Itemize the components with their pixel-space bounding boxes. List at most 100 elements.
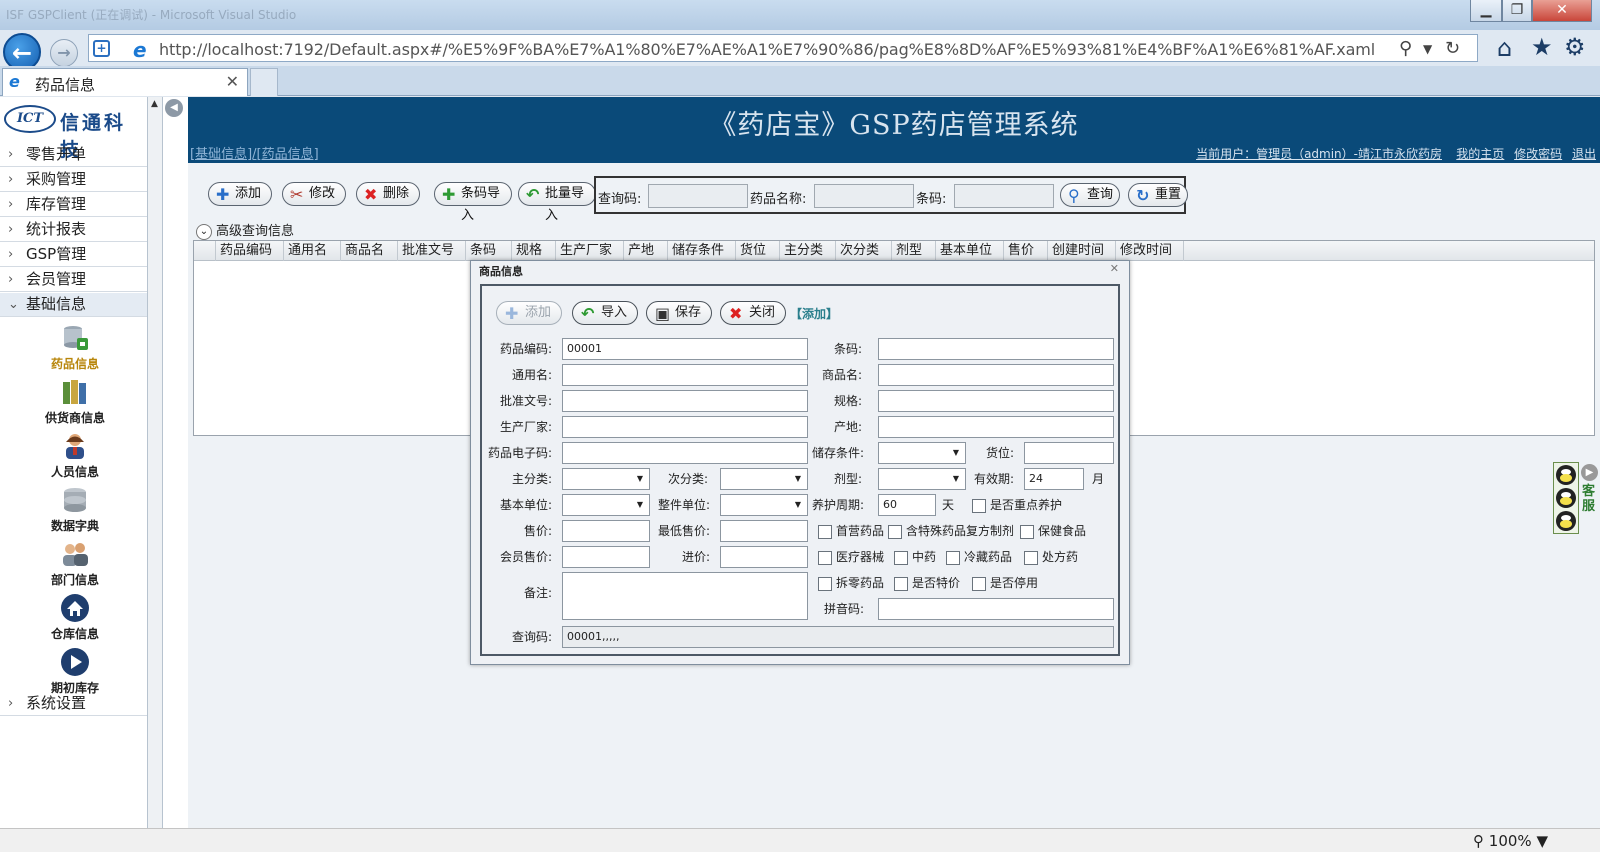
sidebar-item-members[interactable]: › 会员管理: [0, 268, 147, 292]
col-main-category[interactable]: 主分类: [780, 241, 836, 261]
chinese-medicine-checkbox[interactable]: 中药: [894, 548, 936, 566]
close-tab-icon[interactable]: ✕: [226, 72, 239, 91]
origin-input[interactable]: [878, 416, 1114, 438]
first-drug-checkbox[interactable]: 首营药品: [818, 522, 884, 540]
cold-storage-checkbox[interactable]: 冷藏药品: [946, 548, 1012, 566]
current-user[interactable]: 当前用户：管理员（admin）-靖江市永欣药房: [1196, 145, 1442, 162]
dialog-save-button[interactable]: ▣ 保存: [646, 301, 712, 325]
url-field[interactable]: + e http://localhost:7192/Default.aspx#/…: [88, 34, 1478, 62]
sidebar-item-basic-info[interactable]: ⌄ 基础信息: [0, 293, 147, 317]
dropdown-icon[interactable]: ▼: [1423, 42, 1432, 56]
cs-toggle-icon[interactable]: ▶: [1581, 464, 1598, 481]
validity-input[interactable]: 24: [1024, 468, 1084, 490]
browser-tab-active[interactable]: e 药品信息 ✕: [2, 68, 248, 96]
qq-penguin-icon[interactable]: [1556, 465, 1576, 485]
spec-input[interactable]: [878, 390, 1114, 412]
delete-button[interactable]: ✖ 删除: [356, 182, 420, 206]
refresh-icon[interactable]: ↻: [1445, 38, 1460, 59]
care-cycle-input[interactable]: 60: [878, 494, 936, 516]
col-created[interactable]: 创建时间: [1048, 241, 1116, 261]
subitem-warehouse-info[interactable]: 仓库信息: [30, 591, 120, 645]
qq-penguin-icon[interactable]: [1556, 488, 1576, 508]
col-modified[interactable]: 修改时间: [1116, 241, 1184, 261]
manufacturer-input[interactable]: [562, 416, 808, 438]
subitem-department-info[interactable]: 部门信息: [30, 537, 120, 591]
new-tab-button[interactable]: [250, 68, 278, 96]
sidebar-item-reports[interactable]: › 统计报表: [0, 218, 147, 242]
barcode-input[interactable]: [954, 184, 1054, 208]
col-storage[interactable]: 储存条件: [668, 241, 736, 261]
sidebar-item-retail[interactable]: › 零售开单: [0, 143, 147, 167]
col-manufacturer[interactable]: 生产厂家: [556, 241, 624, 261]
dosage-form-select[interactable]: [878, 468, 966, 490]
generic-name-input[interactable]: [562, 364, 808, 386]
batch-import-button[interactable]: ↶ 批量导入: [518, 182, 596, 223]
add-button[interactable]: ✚ 添加: [208, 182, 272, 206]
sidebar-item-settings[interactable]: › 系统设置: [0, 692, 147, 716]
drug-name-input[interactable]: [814, 184, 914, 208]
special-price-checkbox[interactable]: 是否特价: [894, 574, 960, 592]
pinyin-input[interactable]: [878, 598, 1114, 620]
col-approval-no[interactable]: 批准文号: [398, 241, 466, 261]
col-base-unit[interactable]: 基本单位: [936, 241, 1004, 261]
change-password-link[interactable]: 修改密码: [1514, 147, 1562, 161]
compat-view-icon[interactable]: +: [93, 40, 110, 57]
col-trade-name[interactable]: 商品名: [341, 241, 398, 261]
scroll-up-icon[interactable]: ▲: [151, 99, 158, 109]
col-location[interactable]: 货位: [736, 241, 780, 261]
favorites-star-icon[interactable]: ★: [1531, 33, 1553, 61]
col-spec[interactable]: 规格: [512, 241, 556, 261]
close-window-button[interactable]: ✕: [1532, 0, 1592, 22]
dialog-add-button[interactable]: ✚ 添加: [496, 301, 562, 325]
key-care-checkbox[interactable]: 是否重点养护: [972, 496, 1062, 514]
subitem-data-dictionary[interactable]: 数据字典: [30, 483, 120, 537]
main-category-select[interactable]: [562, 468, 650, 490]
minimize-button[interactable]: ▁: [1470, 0, 1502, 22]
advanced-query-toggle[interactable]: ⌄ 高级查询信息: [196, 220, 294, 240]
purchase-price-input[interactable]: [720, 546, 808, 568]
query-button[interactable]: ⚲ 查询: [1060, 183, 1120, 207]
col-sub-category[interactable]: 次分类: [836, 241, 892, 261]
prescription-checkbox[interactable]: 处方药: [1024, 548, 1078, 566]
subitem-drug-info[interactable]: 药品信息: [30, 321, 120, 375]
col-generic-name[interactable]: 通用名: [284, 241, 341, 261]
my-home-link[interactable]: 我的主页: [1456, 147, 1504, 161]
dialog-import-button[interactable]: ↶ 导入: [572, 301, 638, 325]
subitem-staff-info[interactable]: 人员信息: [30, 429, 120, 483]
subitem-supplier-info[interactable]: 供货商信息: [30, 375, 120, 429]
drug-code-input[interactable]: 00001: [562, 338, 808, 360]
dialog-close-button[interactable]: ✖ 关闭: [720, 301, 786, 325]
dialog-close-icon[interactable]: ✕: [1110, 262, 1119, 275]
disabled-checkbox[interactable]: 是否停用: [972, 574, 1038, 592]
sidebar-item-inventory[interactable]: › 库存管理: [0, 193, 147, 217]
special-compound-checkbox[interactable]: 含特殊药品复方制剂: [888, 522, 1014, 540]
approval-no-input[interactable]: [562, 390, 808, 412]
min-price-input[interactable]: [720, 520, 808, 542]
remark-textarea[interactable]: [562, 572, 808, 620]
health-food-checkbox[interactable]: 保健食品: [1020, 522, 1086, 540]
query-code-input[interactable]: [648, 184, 748, 208]
col-price[interactable]: 售价: [1004, 241, 1048, 261]
col-origin[interactable]: 产地: [624, 241, 668, 261]
breadcrumb[interactable]: [基础信息]/[药品信息]: [190, 143, 319, 162]
collapse-sidebar-button[interactable]: ◀: [165, 99, 183, 117]
sub-category-select[interactable]: [720, 468, 808, 490]
e-code-input[interactable]: [562, 442, 808, 464]
forward-button[interactable]: →: [50, 39, 78, 67]
location-input[interactable]: [1024, 442, 1114, 464]
edit-button[interactable]: ✂ 修改: [282, 182, 346, 206]
split-checkbox[interactable]: 拆零药品: [818, 574, 884, 592]
search-icon[interactable]: ⚲: [1399, 38, 1412, 59]
reset-button[interactable]: ↻ 重置: [1128, 183, 1188, 207]
barcode-field[interactable]: [878, 338, 1114, 360]
col-drug-code[interactable]: 药品编码: [216, 241, 284, 261]
logout-link[interactable]: 退出: [1572, 147, 1596, 161]
trade-name-input[interactable]: [878, 364, 1114, 386]
sidebar-scrollbar[interactable]: ▲: [148, 97, 163, 828]
sidebar-item-purchase[interactable]: › 采购管理: [0, 168, 147, 192]
whole-unit-select[interactable]: [720, 494, 808, 516]
barcode-import-button[interactable]: ✚ 条码导入: [434, 182, 512, 223]
price-input[interactable]: [562, 520, 650, 542]
base-unit-select[interactable]: [562, 494, 650, 516]
col-barcode[interactable]: 条码: [466, 241, 512, 261]
